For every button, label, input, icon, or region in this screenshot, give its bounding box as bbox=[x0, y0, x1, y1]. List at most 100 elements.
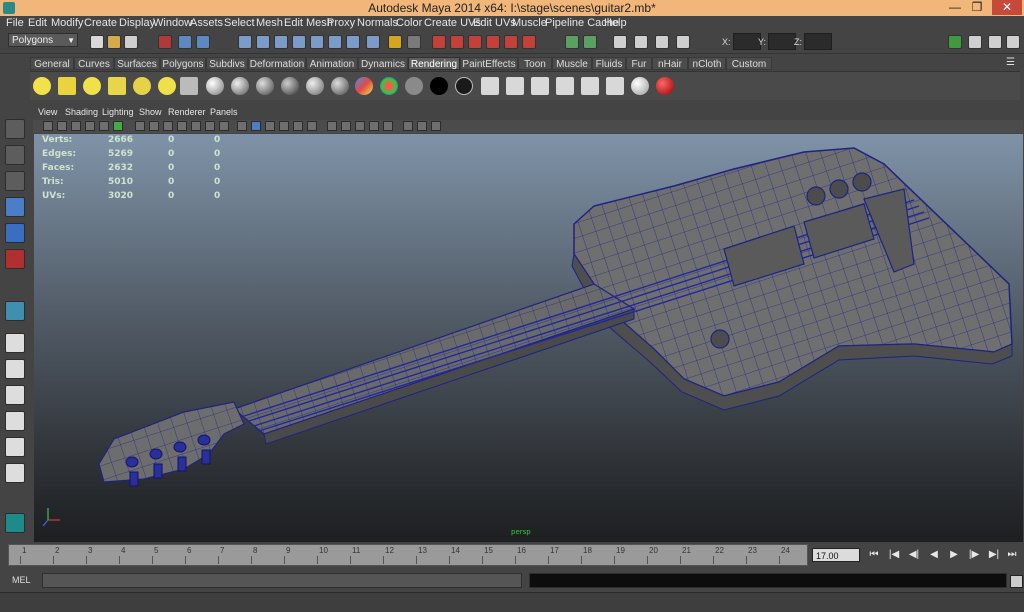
go-to-start-icon[interactable]: ⏮ bbox=[866, 547, 882, 563]
play-forwards-icon[interactable]: ▶ bbox=[946, 547, 962, 563]
menu-edit[interactable]: Edit bbox=[28, 17, 47, 29]
panel-menu-renderer[interactable]: Renderer bbox=[168, 107, 206, 117]
outliner-icon[interactable] bbox=[676, 35, 690, 49]
tab-painteffects[interactable]: PaintEffects bbox=[460, 57, 518, 70]
show-tool-settings-icon[interactable] bbox=[968, 35, 982, 49]
safe-action-icon[interactable] bbox=[205, 121, 215, 131]
paint-canvas-icon[interactable] bbox=[631, 77, 649, 95]
menu-proxy[interactable]: Proxy bbox=[327, 17, 355, 29]
input-ops-icon[interactable] bbox=[407, 35, 421, 49]
new-scene-icon[interactable] bbox=[90, 35, 104, 49]
select-component-icon[interactable] bbox=[196, 35, 210, 49]
manipulator-tool-icon[interactable] bbox=[5, 301, 25, 321]
spot-light-icon[interactable] bbox=[83, 77, 101, 95]
paint-effects-brush-icon[interactable] bbox=[656, 77, 674, 95]
tab-fur[interactable]: Fur bbox=[626, 57, 652, 70]
wireframe-on-shaded-icon[interactable] bbox=[265, 121, 275, 131]
select-object-icon[interactable] bbox=[178, 35, 192, 49]
channel-box-icon[interactable] bbox=[613, 35, 627, 49]
save-scene-icon[interactable] bbox=[124, 35, 138, 49]
phong-e-shader-icon[interactable] bbox=[281, 77, 299, 95]
textured-icon[interactable] bbox=[279, 121, 289, 131]
render-view-icon[interactable] bbox=[504, 35, 518, 49]
tab-curves[interactable]: Curves bbox=[74, 57, 114, 70]
menu-mesh[interactable]: Mesh bbox=[256, 17, 283, 29]
menu-muscle[interactable]: Muscle bbox=[512, 17, 547, 29]
batch-render-icon[interactable] bbox=[556, 77, 574, 95]
menu-window[interactable]: Window bbox=[153, 17, 192, 29]
hypershade-icon[interactable] bbox=[486, 35, 500, 49]
menu-file[interactable]: File bbox=[6, 17, 24, 29]
scale-tool-icon[interactable] bbox=[5, 249, 25, 269]
show-layer-icon[interactable] bbox=[1006, 35, 1020, 49]
area-light-icon[interactable] bbox=[108, 77, 126, 95]
bookmark-icon[interactable] bbox=[71, 121, 81, 131]
single-perspective-layout-icon[interactable] bbox=[5, 333, 25, 353]
script-editor-icon[interactable] bbox=[1010, 575, 1023, 588]
tab-muscle[interactable]: Muscle bbox=[552, 57, 592, 70]
tab-toon[interactable]: Toon bbox=[518, 57, 552, 70]
make-live-icon[interactable] bbox=[310, 35, 324, 49]
current-frame-field[interactable]: 17.00 bbox=[812, 548, 860, 562]
tab-animation[interactable]: Animation bbox=[306, 57, 358, 70]
ipr-render-shelf-icon[interactable] bbox=[531, 77, 549, 95]
motion-blur-icon[interactable] bbox=[341, 121, 351, 131]
tab-rendering[interactable]: Rendering bbox=[408, 57, 460, 70]
ramp-shader-icon[interactable] bbox=[355, 77, 373, 95]
multisample-aa-icon[interactable] bbox=[355, 121, 365, 131]
paint-select-tool-icon[interactable] bbox=[5, 171, 25, 191]
tab-general[interactable]: General bbox=[30, 57, 74, 70]
x-input[interactable] bbox=[733, 33, 761, 50]
hypershade-layout-icon[interactable] bbox=[5, 437, 25, 457]
menu-edit-mesh[interactable]: Edit Mesh bbox=[284, 17, 333, 29]
menu-set-dropdown[interactable]: Polygons ▼ bbox=[8, 33, 78, 47]
menu-help[interactable]: Help bbox=[604, 17, 627, 29]
shadows-icon[interactable] bbox=[307, 121, 317, 131]
menu-create[interactable]: Create bbox=[84, 17, 117, 29]
z-input[interactable] bbox=[804, 33, 832, 50]
step-forward-key-icon[interactable]: ▶| bbox=[986, 547, 1002, 563]
lasso-tool-icon[interactable] bbox=[5, 145, 25, 165]
panel-menu-view[interactable]: View bbox=[38, 107, 57, 117]
tool-settings-icon[interactable] bbox=[634, 35, 648, 49]
tab-polygons[interactable]: Polygons bbox=[160, 57, 206, 70]
use-background-icon[interactable] bbox=[430, 77, 448, 95]
help-question-icon[interactable] bbox=[366, 35, 380, 49]
gate-mask-icon[interactable] bbox=[177, 121, 187, 131]
perspective-viewport[interactable]: Verts: 2666 0 0 Edges: 5269 0 0 Faces: 2… bbox=[34, 134, 1023, 542]
open-scene-icon[interactable] bbox=[107, 35, 121, 49]
isolate-select-icon[interactable] bbox=[383, 121, 393, 131]
smooth-shade-icon[interactable] bbox=[251, 121, 261, 131]
ipr-render-icon[interactable] bbox=[450, 35, 464, 49]
render-current-frame-icon[interactable] bbox=[506, 77, 524, 95]
camera-attributes-icon[interactable] bbox=[57, 121, 67, 131]
tab-dynamics[interactable]: Dynamics bbox=[358, 57, 408, 70]
persp-outliner-layout-icon[interactable] bbox=[5, 385, 25, 405]
persp-graph-hyper-layout-icon[interactable] bbox=[5, 463, 25, 483]
image-plane-icon[interactable] bbox=[85, 121, 95, 131]
sidebar-toggle-icon[interactable] bbox=[565, 35, 579, 49]
four-view-layout-icon[interactable] bbox=[5, 359, 25, 379]
tab-subdivs[interactable]: Subdivs bbox=[206, 57, 248, 70]
2d-pan-zoom-icon[interactable] bbox=[99, 121, 109, 131]
tab-deformation[interactable]: Deformation bbox=[248, 57, 306, 70]
select-camera-icon[interactable] bbox=[43, 121, 53, 131]
render-settings-icon[interactable] bbox=[468, 35, 482, 49]
menu-normals[interactable]: Normals bbox=[357, 17, 398, 29]
depth-of-field-icon[interactable] bbox=[369, 121, 379, 131]
history-icon[interactable] bbox=[328, 35, 342, 49]
select-hierarchy-icon[interactable] bbox=[158, 35, 172, 49]
tab-custom[interactable]: Custom bbox=[726, 57, 772, 70]
play-backwards-icon[interactable]: ◀ bbox=[926, 547, 942, 563]
render-frame-icon[interactable] bbox=[432, 35, 446, 49]
snap-grid-icon[interactable] bbox=[238, 35, 252, 49]
panel-menu-show[interactable]: Show bbox=[139, 107, 162, 117]
tab-fluids[interactable]: Fluids bbox=[592, 57, 626, 70]
phong-shader-icon[interactable] bbox=[256, 77, 274, 95]
restore-button[interactable]: ❐ bbox=[966, 0, 988, 15]
go-to-end-icon[interactable]: ⏭ bbox=[1004, 547, 1020, 563]
select-tool-icon[interactable] bbox=[5, 119, 25, 139]
layer-editor-icon[interactable] bbox=[655, 35, 669, 49]
hypershade-window-icon[interactable] bbox=[481, 77, 499, 95]
grease-pencil-icon[interactable] bbox=[113, 121, 123, 131]
